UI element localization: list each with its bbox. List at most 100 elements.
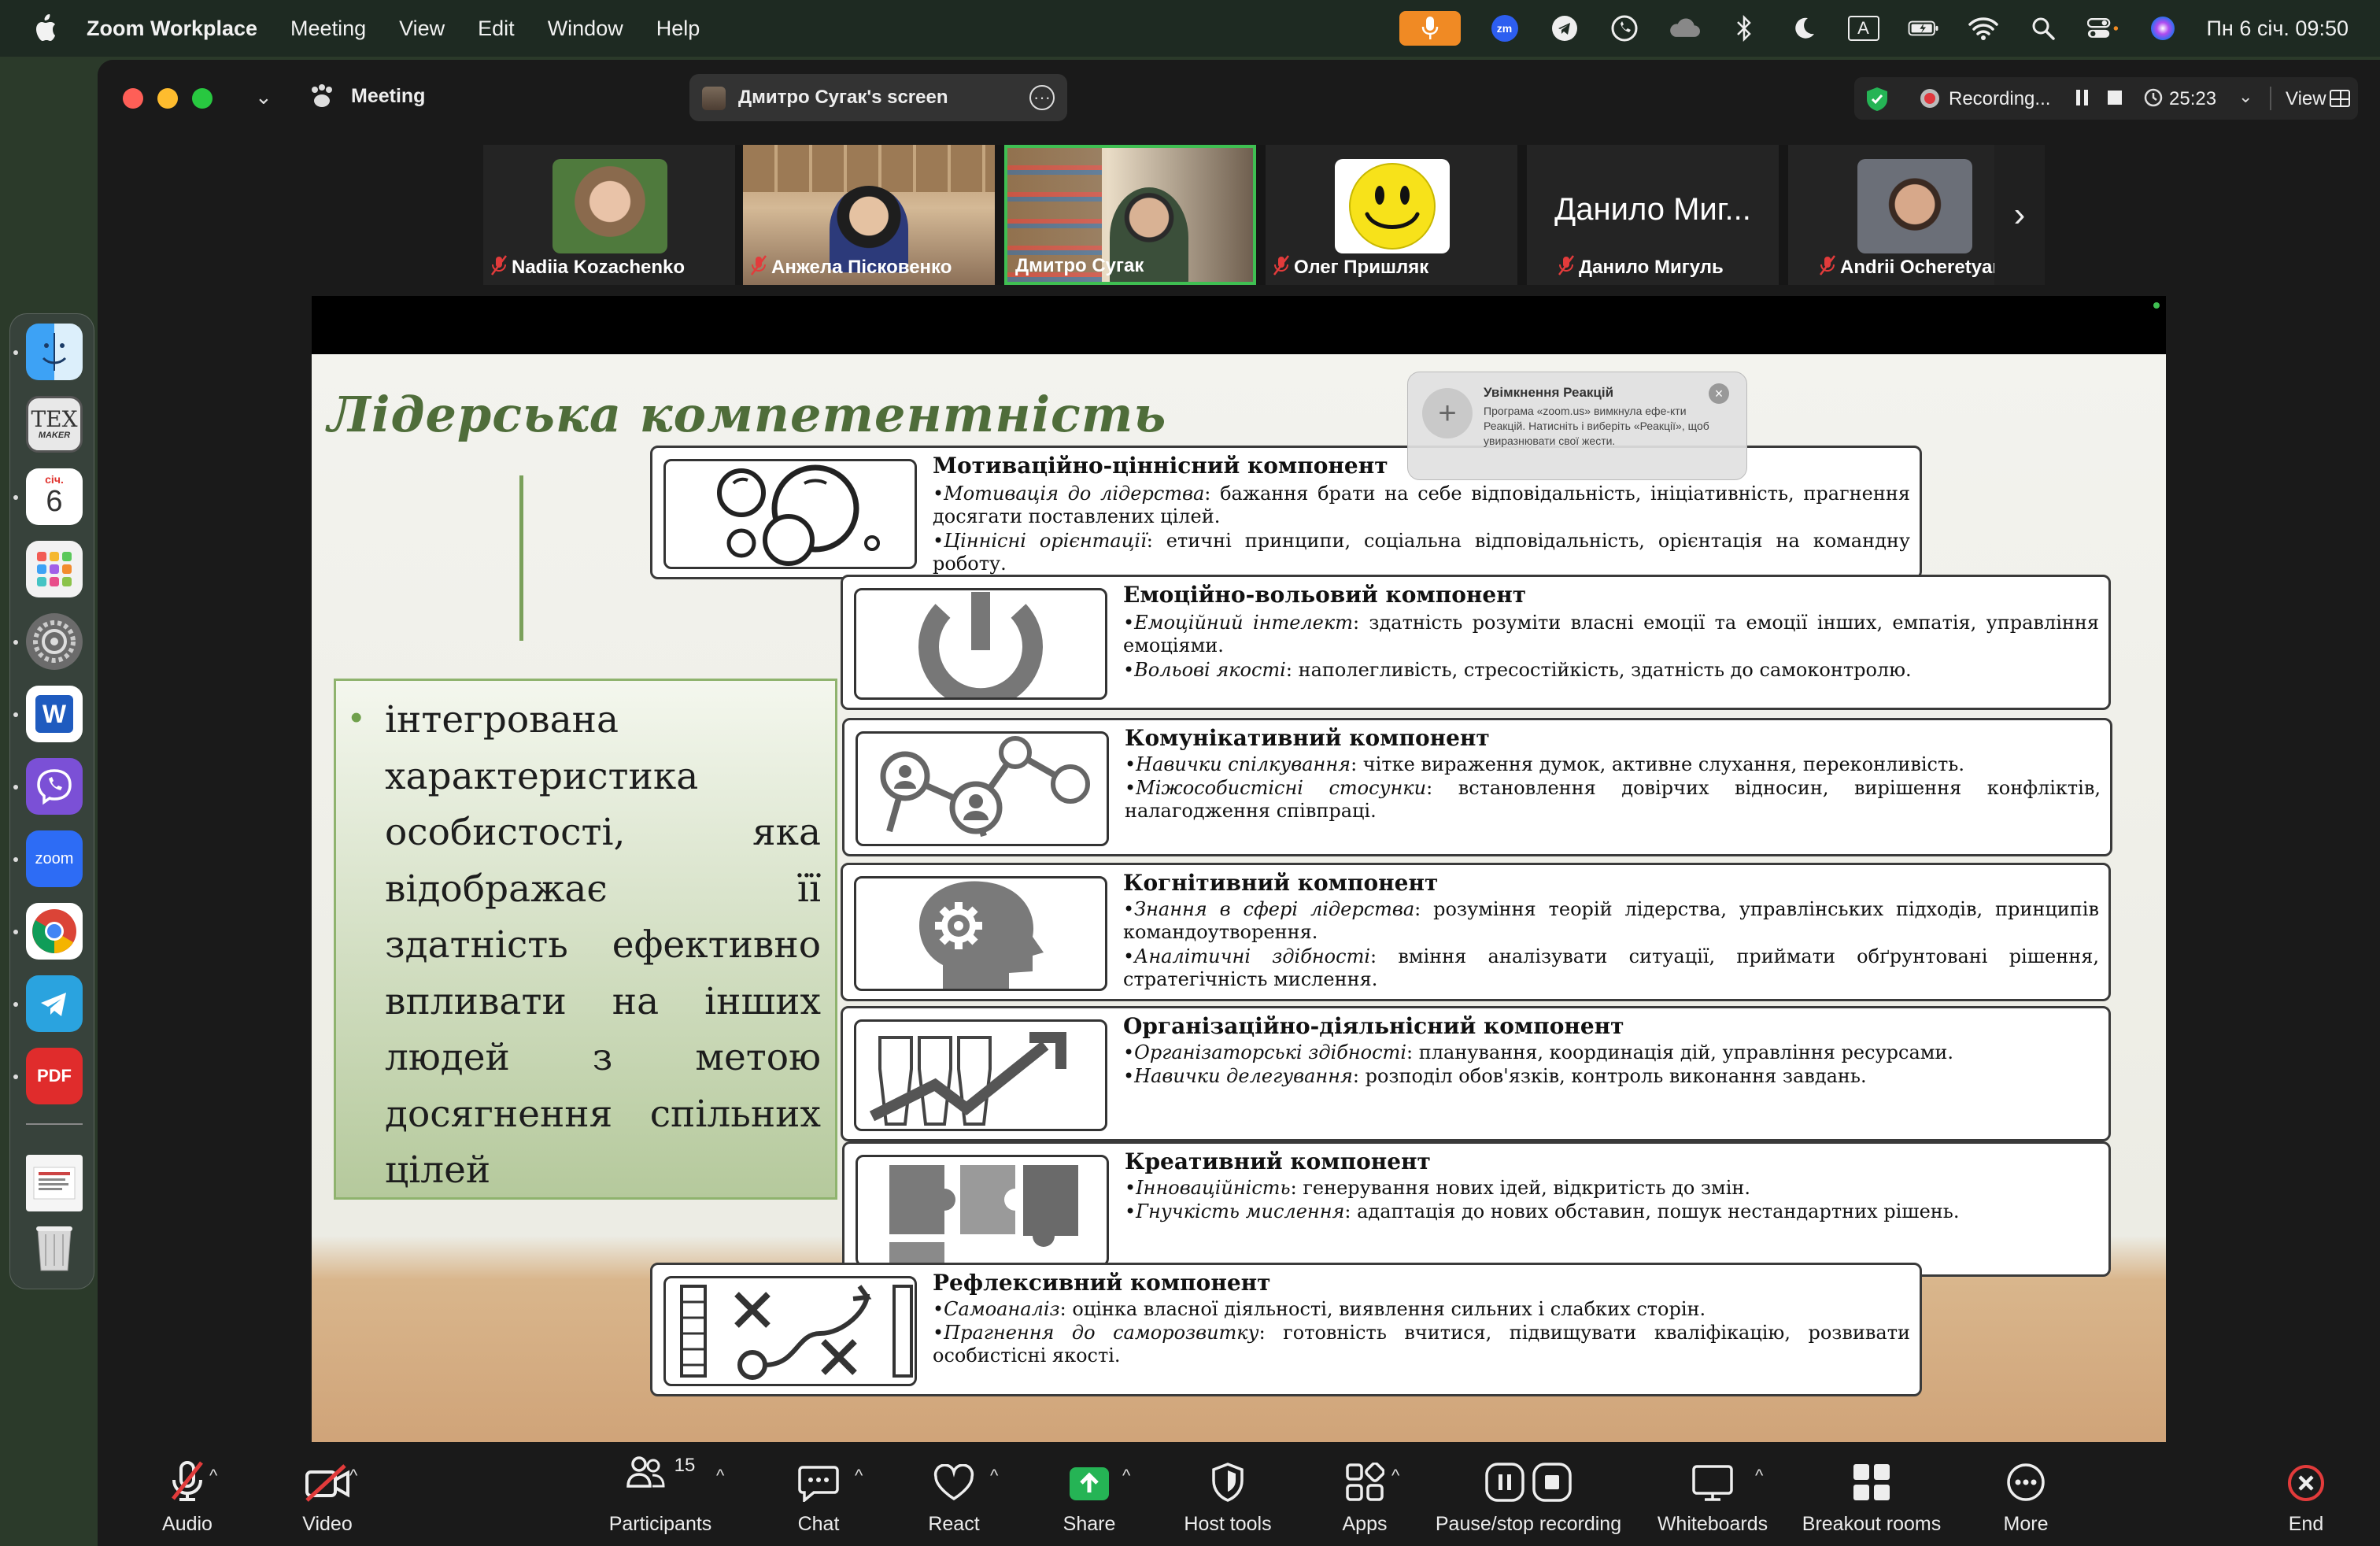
participant-tile[interactable]: Nadiia Kozachenko	[483, 145, 735, 285]
strategy-icon	[663, 1276, 917, 1386]
whiteboards-button[interactable]: Whiteboards	[1642, 1442, 1783, 1546]
word-icon[interactable]: W	[26, 686, 83, 742]
chat-options-chevron-icon[interactable]: ^	[855, 1466, 863, 1486]
menu-help[interactable]: Help	[656, 17, 700, 41]
control-center-icon[interactable]	[2086, 13, 2119, 44]
fullscreen-window-button[interactable]	[192, 88, 213, 109]
zoom-meeting-window: ⌄ Meeting Дмитро Сугак's screen ··· Reco…	[98, 60, 2380, 1546]
zoom-app-icon[interactable]: zoom	[26, 830, 83, 887]
cloud-icon[interactable]	[1669, 13, 1700, 44]
chat-icon	[798, 1442, 839, 1502]
participants-button[interactable]: 15 Participants	[593, 1442, 727, 1546]
video-options-chevron-icon[interactable]: ^	[349, 1466, 357, 1486]
host-tools-button[interactable]: Host tools	[1165, 1442, 1291, 1546]
menu-meeting[interactable]: Meeting	[290, 17, 366, 41]
input-source-icon[interactable]: A	[1847, 13, 1879, 44]
notification-title: Увімкнення Реакцій	[1484, 385, 1614, 400]
participants-options-chevron-icon[interactable]: ^	[716, 1466, 724, 1486]
running-indicator	[13, 640, 18, 645]
pause-stop-recording-button[interactable]: Pause/stop recording	[1426, 1442, 1631, 1546]
reactions-notification[interactable]: + Увімкнення Реакцій Програма «zoom.us» …	[1407, 372, 1747, 480]
head-gear-icon	[854, 876, 1107, 991]
siri-icon[interactable]	[2147, 13, 2179, 44]
network-people-icon	[856, 731, 1109, 846]
spotlight-search-icon[interactable]	[2027, 13, 2059, 44]
bluetooth-icon[interactable]	[1728, 13, 1760, 44]
menu-window[interactable]: Window	[548, 17, 623, 41]
apps-button[interactable]: Apps	[1318, 1442, 1412, 1546]
more-options-icon[interactable]: ···	[1029, 85, 1055, 110]
end-meeting-button[interactable]: End	[2267, 1442, 2345, 1546]
wifi-icon[interactable]	[1968, 13, 1999, 44]
breakout-rooms-button[interactable]: Breakout rooms	[1783, 1442, 1960, 1546]
running-indicator	[13, 712, 18, 717]
microphone-in-use-icon[interactable]	[1399, 11, 1461, 46]
close-window-button[interactable]	[123, 88, 143, 109]
recording-status-bar: Recording... 25:23 ⌄ View	[1854, 77, 2358, 120]
finder-icon[interactable]	[26, 324, 83, 380]
component-line: •Навички делегування: розподіл обов'язкі…	[1123, 1065, 1867, 1087]
battery-icon[interactable]	[1908, 13, 1939, 44]
muted-mic-icon	[1558, 255, 1574, 280]
chat-button[interactable]: Chat	[771, 1442, 866, 1546]
running-indicator	[13, 930, 18, 934]
avatar	[1857, 159, 1972, 253]
grid-view-icon[interactable]	[2330, 90, 2350, 107]
stop-recording-icon[interactable]	[2108, 91, 2122, 105]
participant-name: Nadiia Kozachenko	[512, 257, 686, 278]
telegram-icon[interactable]	[26, 975, 83, 1032]
texmaker-icon[interactable]: TEX MAKER	[26, 396, 83, 453]
system-settings-icon[interactable]	[26, 613, 83, 670]
viber-icon[interactable]	[26, 758, 83, 815]
launchpad-icon[interactable]	[26, 541, 83, 597]
trash-icon[interactable]	[26, 1219, 83, 1276]
muted-mic-icon	[1273, 255, 1289, 280]
react-options-chevron-icon[interactable]: ^	[990, 1466, 998, 1486]
participant-count: 15	[674, 1455, 696, 1476]
react-button[interactable]: React	[907, 1442, 1001, 1546]
muted-mic-icon	[1820, 255, 1835, 280]
apple-icon[interactable]	[31, 13, 60, 44]
close-notification-icon[interactable]: ×	[1709, 383, 1729, 404]
chevron-down-icon[interactable]: ⌄	[255, 85, 272, 109]
pause-recording-icon[interactable]	[2076, 90, 2088, 105]
whiteboards-options-chevron-icon[interactable]: ^	[1755, 1466, 1763, 1486]
meeting-timer[interactable]: 25:23	[2169, 88, 2216, 110]
participant-tile[interactable]: Олег Пришляк	[1266, 145, 1517, 285]
bullet: •	[350, 698, 363, 737]
view-button[interactable]: View	[2286, 88, 2326, 110]
document-thumbnail-icon[interactable]	[26, 1155, 83, 1211]
participant-tile[interactable]: Данило Миг... Данило Мигуль	[1527, 145, 1779, 285]
chevron-down-icon[interactable]: ⌄	[2238, 87, 2252, 107]
participant-tile-active-speaker[interactable]: Дмитро Сугак	[1004, 145, 1256, 285]
menu-view[interactable]: View	[399, 17, 445, 41]
next-page-chevron-icon[interactable]: ›	[1994, 145, 2045, 285]
calendar-icon[interactable]: січ. 6	[26, 468, 83, 525]
participant-tile[interactable]: Анжела Пісковенко	[743, 145, 995, 285]
shield-icon	[1211, 1442, 1244, 1502]
app-name-menu[interactable]: Zoom Workplace	[87, 17, 257, 41]
zoom-status-icon[interactable]: zm	[1489, 13, 1521, 44]
minimize-window-button[interactable]	[157, 88, 178, 109]
participant-name: Олег Пришляк	[1294, 257, 1429, 278]
audio-button[interactable]: Audio	[140, 1442, 235, 1546]
more-button[interactable]: More	[1979, 1442, 2073, 1546]
share-button[interactable]: Share	[1042, 1442, 1136, 1546]
viber-status-icon[interactable]	[1609, 13, 1640, 44]
participant-name: Дмитро Сугак	[1015, 255, 1144, 276]
apps-options-chevron-icon[interactable]: ^	[1391, 1466, 1399, 1486]
menu-bar-clock[interactable]: Пн 6 січ. 09:50	[2207, 17, 2349, 41]
divider	[2270, 87, 2271, 110]
share-options-chevron-icon[interactable]: ^	[1122, 1466, 1130, 1486]
viewing-screen-pill[interactable]: Дмитро Сугак's screen ···	[689, 74, 1067, 121]
menu-edit[interactable]: Edit	[478, 17, 515, 41]
audio-options-chevron-icon[interactable]: ^	[209, 1466, 217, 1486]
pdf-reader-icon[interactable]: PDF	[26, 1048, 83, 1104]
focus-moon-icon[interactable]	[1788, 13, 1820, 44]
video-button[interactable]: Video	[280, 1442, 375, 1546]
chrome-icon[interactable]	[26, 903, 83, 960]
pause-stop-icon	[1485, 1442, 1572, 1502]
definition-box: • інтегрована характеристика особистості…	[334, 679, 837, 1200]
encryption-shield-icon[interactable]	[1865, 87, 1889, 116]
telegram-status-icon[interactable]	[1549, 13, 1580, 44]
